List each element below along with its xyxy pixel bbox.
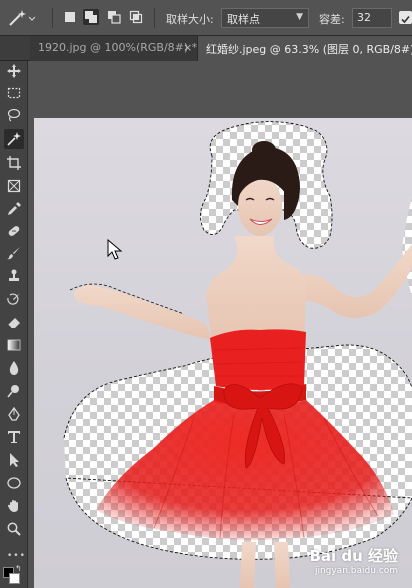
sample-size-dropdown[interactable]: 取样点 ▼ bbox=[221, 8, 309, 28]
right-arm bbox=[292, 244, 412, 318]
magic-wand-icon[interactable] bbox=[4, 129, 24, 149]
close-icon[interactable]: × bbox=[183, 41, 192, 54]
tolerance-label: 容差: bbox=[319, 13, 345, 26]
gradient-icon[interactable] bbox=[4, 335, 24, 355]
marquee-icon[interactable] bbox=[4, 83, 24, 103]
lasso-icon[interactable] bbox=[4, 105, 24, 125]
intersect-selection-icon[interactable] bbox=[128, 9, 144, 25]
crop-icon[interactable] bbox=[4, 153, 24, 173]
document-canvas[interactable]: Bai du 经验 jingyan.baidu.com bbox=[34, 118, 412, 588]
clone-stamp-icon[interactable] bbox=[4, 266, 24, 286]
type-icon[interactable] bbox=[4, 427, 24, 447]
anti-alias-checkbox[interactable] bbox=[399, 11, 412, 24]
dodge-icon[interactable] bbox=[4, 381, 24, 401]
pen-icon[interactable] bbox=[4, 404, 24, 424]
hair-bun bbox=[252, 141, 276, 159]
tab-document-1[interactable]: 1920.jpg @ 100%(RGB/8#) * × bbox=[30, 36, 198, 61]
magic-wand-icon bbox=[9, 10, 36, 26]
eyedropper-icon[interactable] bbox=[4, 199, 24, 219]
sample-size-value: 取样点 bbox=[227, 13, 260, 26]
mouse-pointer-icon bbox=[107, 239, 123, 260]
blur-icon[interactable] bbox=[4, 358, 24, 378]
tab-label: 1920.jpg @ 100%(RGB/8#) * bbox=[38, 41, 198, 54]
separator bbox=[154, 8, 155, 28]
tolerance-input[interactable]: 32 bbox=[352, 8, 392, 28]
subtract-from-selection-icon[interactable] bbox=[106, 9, 122, 25]
history-brush-icon[interactable] bbox=[4, 289, 24, 309]
new-selection-icon[interactable] bbox=[62, 9, 78, 25]
separator bbox=[52, 8, 53, 28]
frame-icon[interactable] bbox=[4, 176, 24, 196]
eraser-icon[interactable] bbox=[4, 312, 24, 332]
background-color-swatch[interactable] bbox=[9, 573, 20, 584]
tab-document-2[interactable]: 红婚纱.jpeg @ 63.3% (图层 0, RGB/8#) * bbox=[198, 36, 412, 61]
sample-size-label: 取样大小: bbox=[166, 13, 214, 26]
healing-brush-icon[interactable] bbox=[4, 221, 24, 241]
tab-label: 红婚纱.jpeg @ 63.3% (图层 0, RGB/8#) * bbox=[206, 43, 412, 56]
left-arm bbox=[74, 284, 212, 340]
photo-layer bbox=[63, 121, 412, 588]
move-icon[interactable] bbox=[4, 61, 24, 81]
add-to-selection-icon[interactable] bbox=[83, 9, 99, 25]
tools-panel: ••• ↰ bbox=[0, 61, 28, 588]
swap-colors-icon[interactable]: ↰ bbox=[15, 564, 22, 573]
shoulders bbox=[206, 236, 306, 344]
ellipse-icon[interactable] bbox=[4, 473, 24, 493]
document-tab-bar: 1920.jpg @ 100%(RGB/8#) * × 红婚纱.jpeg @ 6… bbox=[0, 36, 412, 61]
watermark: Bai du 经验 jingyan.baidu.com bbox=[309, 545, 398, 576]
path-select-icon[interactable] bbox=[4, 450, 24, 470]
tool-preset-picker[interactable] bbox=[6, 8, 36, 28]
watermark-logo: Bai du 经验 bbox=[309, 547, 398, 565]
brush-icon[interactable] bbox=[4, 243, 24, 263]
checkmark-icon bbox=[401, 15, 410, 24]
hand-icon[interactable] bbox=[4, 496, 24, 516]
dress-bodice bbox=[210, 329, 306, 390]
chevron-down-icon: ▼ bbox=[296, 12, 303, 22]
zoom-icon[interactable] bbox=[4, 519, 24, 539]
watermark-url: jingyan.baidu.com bbox=[314, 566, 398, 576]
tolerance-value: 32 bbox=[357, 11, 371, 24]
canvas-area[interactable]: Bai du 经验 jingyan.baidu.com bbox=[28, 61, 412, 588]
options-bar: 取样大小: 取样点 ▼ 容差: 32 bbox=[0, 0, 412, 36]
more-tools-icon[interactable]: ••• bbox=[7, 551, 26, 561]
